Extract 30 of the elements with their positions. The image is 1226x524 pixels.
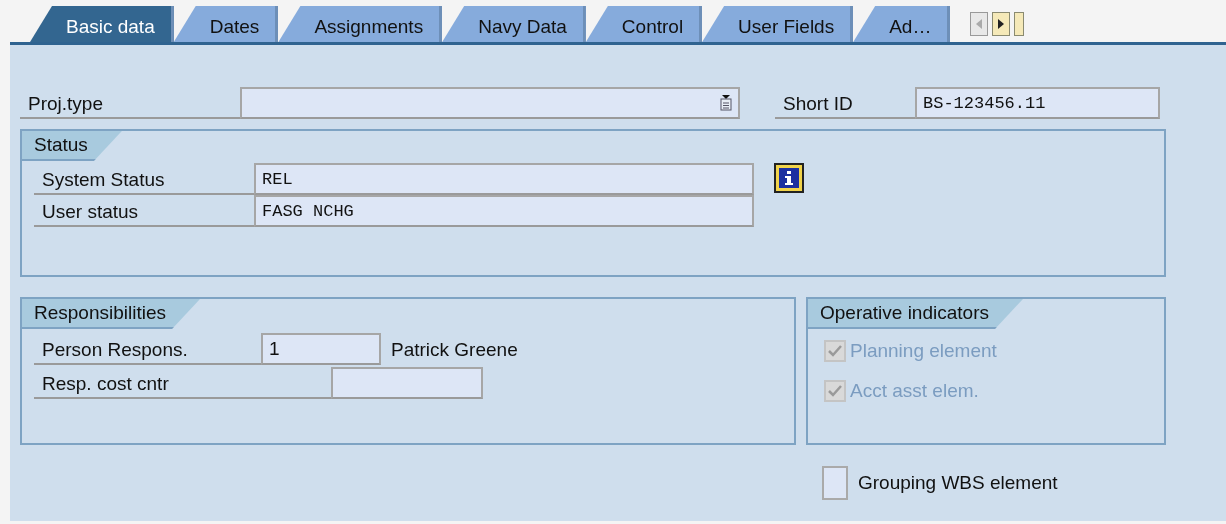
input-field[interactable]: [331, 367, 483, 399]
tab[interactable]: Basic data: [30, 6, 174, 42]
group-title: Operative indicators: [808, 299, 1023, 329]
checkbox-label: Grouping WBS element: [858, 472, 1058, 494]
field-label: Resp. cost cntr: [34, 367, 331, 399]
group-title: Responsibilities: [22, 299, 200, 329]
info-icon: [779, 168, 799, 188]
info-button[interactable]: [774, 163, 804, 193]
tab[interactable]: Ad…: [853, 6, 951, 42]
tab[interactable]: Dates: [173, 6, 279, 42]
checkmark-icon: [828, 385, 842, 397]
checkbox-label: Planning element: [850, 340, 997, 362]
checkmark-icon: [828, 345, 842, 357]
short-id-field[interactable]: BS-123456.11: [915, 87, 1160, 119]
input-field[interactable]: 1: [261, 333, 381, 365]
checkbox[interactable]: [822, 466, 848, 500]
right-triangle-icon: [998, 19, 1005, 29]
tab[interactable]: Navy Data: [442, 6, 586, 42]
person-name: Patrick Greene: [390, 338, 518, 362]
project-type-dropdown[interactable]: [240, 87, 740, 119]
checkbox-label: Acct asst elem.: [850, 380, 979, 402]
tab[interactable]: Assignments: [278, 6, 443, 42]
tab[interactable]: Control: [585, 6, 703, 42]
dropdown-list-icon: [720, 95, 732, 111]
group-title: Status: [22, 131, 122, 161]
status-field[interactable]: REL: [254, 163, 754, 195]
scroll-right-button[interactable]: [992, 12, 1011, 36]
status-field[interactable]: FASG NCHG: [254, 195, 754, 227]
tab[interactable]: User Fields: [702, 6, 854, 42]
left-triangle-icon: [976, 19, 983, 29]
